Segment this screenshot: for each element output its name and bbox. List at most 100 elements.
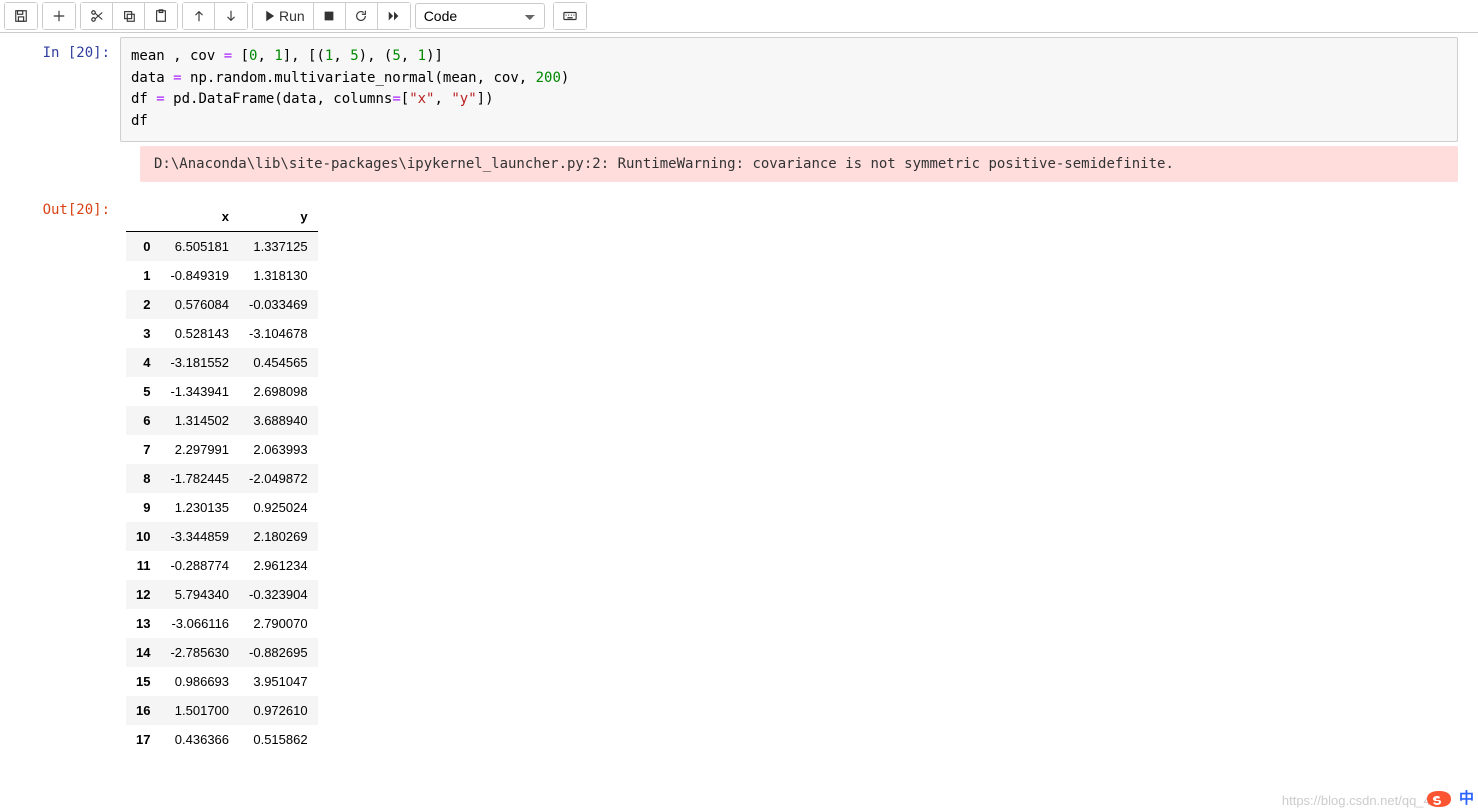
cell-x: -3.344859 [160, 522, 239, 551]
cell-x: -3.181552 [160, 348, 239, 377]
cell-y: 2.063993 [239, 435, 318, 464]
output-prompt: Out[20]: [0, 194, 120, 754]
run-label: Run [279, 8, 305, 24]
cell-y: -2.049872 [239, 464, 318, 493]
move-up-button[interactable] [183, 3, 215, 29]
table-row: 8-1.782445-2.049872 [126, 464, 318, 493]
cell-y: 0.515862 [239, 725, 318, 754]
cut-button[interactable] [81, 3, 113, 29]
table-row: 30.528143-3.104678 [126, 319, 318, 348]
cell-x: -0.849319 [160, 261, 239, 290]
fast-forward-icon [387, 9, 401, 23]
cell-y: 0.972610 [239, 696, 318, 725]
cell-y: 1.337125 [239, 231, 318, 261]
cell-x: 2.297991 [160, 435, 239, 464]
save-button[interactable] [5, 3, 37, 29]
code-cell[interactable]: In [20]: mean , cov = [0, 1], [(1, 5), (… [0, 37, 1458, 142]
runtime-warning: D:\Anaconda\lib\site-packages\ipykernel_… [140, 146, 1458, 182]
run-icon [261, 9, 275, 23]
code-input[interactable]: mean , cov = [0, 1], [(1, 5), (5, 1)] da… [120, 37, 1458, 142]
cell-y: 3.688940 [239, 406, 318, 435]
row-index: 6 [126, 406, 160, 435]
row-index: 14 [126, 638, 160, 667]
table-row: 1-0.8493191.318130 [126, 261, 318, 290]
restart-button[interactable] [346, 3, 378, 29]
cell-type-select[interactable]: Code [415, 3, 545, 29]
cell-y: -0.323904 [239, 580, 318, 609]
col-y: y [239, 202, 318, 232]
input-prompt: In [20]: [0, 37, 120, 142]
move-down-button[interactable] [215, 3, 247, 29]
cell-y: 2.961234 [239, 551, 318, 580]
cell-x: 1.501700 [160, 696, 239, 725]
cell-y: -0.882695 [239, 638, 318, 667]
row-index: 4 [126, 348, 160, 377]
table-row: 61.3145023.688940 [126, 406, 318, 435]
row-index: 16 [126, 696, 160, 725]
toolbar: Run Code [0, 0, 1478, 33]
row-index: 5 [126, 377, 160, 406]
table-row: 125.794340-0.323904 [126, 580, 318, 609]
arrow-down-icon [224, 9, 238, 23]
cell-x: 0.986693 [160, 667, 239, 696]
cell-x: -1.782445 [160, 464, 239, 493]
empty-prompt [0, 146, 120, 182]
row-index: 12 [126, 580, 160, 609]
cell-x: -2.785630 [160, 638, 239, 667]
output-cell: Out[20]: x y 06.5051811.3371251-0.849319… [0, 194, 1458, 754]
cell-x: 0.436366 [160, 725, 239, 754]
table-row: 170.4363660.515862 [126, 725, 318, 754]
interrupt-button[interactable] [314, 3, 346, 29]
row-index: 13 [126, 609, 160, 638]
row-index: 15 [126, 667, 160, 696]
table-row: 20.576084-0.033469 [126, 290, 318, 319]
row-index: 2 [126, 290, 160, 319]
table-row: 13-3.0661162.790070 [126, 609, 318, 638]
run-button[interactable]: Run [253, 3, 314, 29]
col-x: x [160, 202, 239, 232]
cell-x: 0.576084 [160, 290, 239, 319]
row-index: 9 [126, 493, 160, 522]
arrow-up-icon [192, 9, 206, 23]
row-index: 7 [126, 435, 160, 464]
row-index: 11 [126, 551, 160, 580]
cell-x: 0.528143 [160, 319, 239, 348]
stop-icon [322, 9, 336, 23]
cell-y: 0.454565 [239, 348, 318, 377]
table-row: 14-2.785630-0.882695 [126, 638, 318, 667]
table-row: 150.9866933.951047 [126, 667, 318, 696]
header-row: x y [126, 202, 318, 232]
cell-y: -0.033469 [239, 290, 318, 319]
table-row: 06.5051811.337125 [126, 231, 318, 261]
cell-y: -3.104678 [239, 319, 318, 348]
cell-x: -1.343941 [160, 377, 239, 406]
cell-y: 2.180269 [239, 522, 318, 551]
copy-button[interactable] [113, 3, 145, 29]
watermark: https://blog.csdn.net/qq_43 [1282, 793, 1438, 808]
csdn-logo-icon [1424, 788, 1454, 810]
restart-run-all-button[interactable] [378, 3, 410, 29]
cell-x: -0.288774 [160, 551, 239, 580]
table-row: 4-3.1815520.454565 [126, 348, 318, 377]
paste-icon [154, 9, 168, 23]
table-row: 72.2979912.063993 [126, 435, 318, 464]
table-row: 91.2301350.925024 [126, 493, 318, 522]
ime-indicator[interactable]: 中 [1459, 787, 1474, 808]
cell-x: -3.066116 [160, 609, 239, 638]
cell-x: 1.230135 [160, 493, 239, 522]
keyboard-icon [563, 9, 577, 23]
cell-x: 6.505181 [160, 231, 239, 261]
output-area: x y 06.5051811.3371251-0.8493191.3181302… [120, 194, 1458, 754]
cell-y: 2.698098 [239, 377, 318, 406]
save-icon [14, 9, 28, 23]
notebook-area: In [20]: mean , cov = [0, 1], [(1, 5), (… [0, 33, 1478, 754]
dataframe-table: x y 06.5051811.3371251-0.8493191.3181302… [126, 202, 318, 754]
command-palette-button[interactable] [554, 3, 586, 29]
copy-icon [122, 9, 136, 23]
paste-button[interactable] [145, 3, 177, 29]
row-index: 17 [126, 725, 160, 754]
table-row: 10-3.3448592.180269 [126, 522, 318, 551]
row-index: 3 [126, 319, 160, 348]
scissors-icon [90, 9, 104, 23]
insert-cell-button[interactable] [43, 3, 75, 29]
